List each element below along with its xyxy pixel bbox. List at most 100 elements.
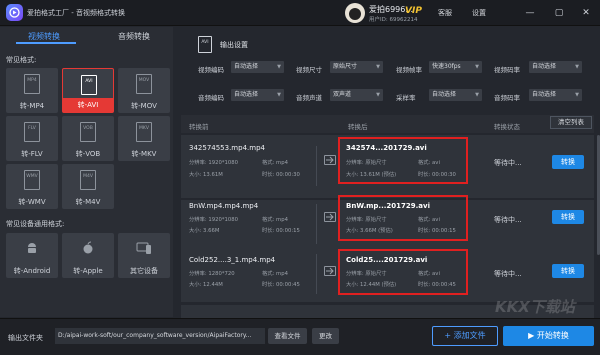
video-codec-select[interactable]: 自动选择 ▼ [231, 61, 284, 73]
audio-bitrate-label: 音频码率 [494, 94, 520, 102]
avi-file-icon: AVI [81, 75, 97, 95]
source-filename: 342574553.mp4.mp4 [189, 144, 265, 152]
arrow-right-icon [324, 212, 336, 222]
source-filename: BnW.mp4.mp4.mp4 [189, 202, 259, 210]
output-filename: BnW.mp...201729.avi [346, 202, 430, 210]
tab-audio-convert[interactable]: 音频转换 [118, 31, 150, 42]
device-other[interactable]: 其它设备 [118, 233, 170, 278]
format-mp4[interactable]: MP4 转-MP4 [6, 68, 58, 113]
restore-icon[interactable]: ▢ [553, 7, 565, 19]
audio-bitrate-select[interactable]: 自动选择 ▼ [529, 89, 582, 101]
vob-file-icon: VOB [80, 122, 96, 142]
source-size: 大小: 12.44M [189, 282, 223, 288]
vip-badge[interactable]: VIP [405, 6, 422, 16]
mov-file-icon: MOV [136, 74, 152, 94]
m4v-file-icon: M4V [80, 170, 96, 190]
clear-list-button[interactable]: 清空列表 [550, 116, 592, 129]
chevron-down-icon: ▼ [475, 64, 479, 70]
divider [316, 254, 317, 294]
format-wmv[interactable]: WMV 转-WMV [6, 164, 58, 209]
avi-output-icon: AVI [198, 36, 212, 53]
output-resolution: 分辨率: 原始尺寸 [346, 217, 387, 223]
header-after: 转换后 [348, 123, 368, 131]
status-text: 等待中... [494, 270, 522, 278]
avatar[interactable] [345, 3, 365, 23]
arrow-right-icon [324, 266, 336, 276]
source-duration: 时长: 00:00:15 [262, 228, 300, 234]
audio-codec-label: 音频编码 [198, 94, 224, 102]
format-m4v[interactable]: M4V 转-M4V [62, 164, 114, 209]
source-duration: 时长: 00:00:45 [262, 282, 300, 288]
output-duration: 时长: 00:00:15 [418, 228, 456, 234]
chevron-down-icon: ▼ [575, 92, 579, 98]
close-icon[interactable]: ✕ [580, 7, 592, 19]
format-mov[interactable]: MOV 转-MOV [118, 68, 170, 113]
output-resolution: 分辨率: 原始尺寸 [346, 271, 387, 277]
arrow-right-icon [324, 155, 336, 165]
device-android[interactable]: 转-Android [6, 233, 58, 278]
video-bitrate-select[interactable]: 自动选择 ▼ [529, 61, 582, 73]
output-folder-label: 输出文件夹 [8, 334, 43, 342]
sample-rate-select[interactable]: 自动选择 ▼ [429, 89, 482, 101]
video-codec-label: 视频编码 [198, 66, 224, 74]
minimize-icon[interactable]: — [524, 7, 536, 19]
output-settings-title: 输出设置 [220, 41, 248, 49]
output-filename: Cold25....201729.avi [346, 256, 428, 264]
list-header [181, 115, 594, 133]
app-title: 爱拍格式工厂 - 音视频格式转换 [27, 9, 125, 17]
source-resolution: 分辨率: 1920*1080 [189, 160, 238, 166]
chevron-down-icon: ▼ [277, 64, 281, 70]
app-logo-icon [6, 4, 23, 21]
convert-button[interactable]: 转换 [552, 210, 584, 224]
source-size: 大小: 3.66M [189, 228, 220, 234]
start-convert-button[interactable]: ▶ 开始转换 [503, 326, 594, 346]
output-resolution: 分辨率: 原始尺寸 [346, 160, 387, 166]
add-file-button[interactable]: + 添加文件 [432, 326, 498, 346]
change-folder-button[interactable]: 更改 [312, 328, 339, 344]
flv-file-icon: FLV [24, 122, 40, 142]
sample-rate-label: 采样率 [396, 94, 416, 102]
header-before: 转换前 [189, 123, 209, 131]
view-files-button[interactable]: 查看文件 [268, 328, 307, 344]
output-duration: 时长: 00:00:45 [418, 282, 456, 288]
video-bitrate-label: 视频码率 [494, 66, 520, 74]
apple-icon [81, 241, 95, 255]
source-resolution: 分辨率: 1280*720 [189, 271, 235, 277]
convert-button[interactable]: 转换 [552, 155, 584, 169]
common-formats-title: 常见格式: [6, 56, 37, 64]
device-icon [136, 241, 152, 255]
device-apple[interactable]: 转-Apple [62, 233, 114, 278]
video-size-select[interactable]: 原始尺寸 ▼ [330, 61, 383, 73]
output-format: 格式: avi [418, 160, 440, 166]
output-duration: 时长: 00:00:30 [418, 172, 456, 178]
convert-button[interactable]: 转换 [552, 264, 584, 278]
source-format: 格式: mp4 [262, 217, 288, 223]
devices-title: 常见设备通用格式: [6, 220, 65, 228]
header-status: 转换状态 [494, 123, 520, 131]
settings-button[interactable]: 设置 [472, 8, 486, 18]
output-size: 大小: 13.61M (预估) [346, 172, 397, 178]
format-flv[interactable]: FLV 转-FLV [6, 116, 58, 161]
tab-video-convert[interactable]: 视频转换 [28, 31, 60, 42]
watermark: KKX下载站 [495, 298, 575, 316]
status-text: 等待中... [494, 216, 522, 224]
audio-codec-select[interactable]: 自动选择 ▼ [231, 89, 284, 101]
video-fps-select[interactable]: 快速30fps ▼ [429, 61, 482, 73]
source-filename: Cold252....3_1.mp4.mp4 [189, 256, 276, 264]
user-id: 用户ID: 69962214 [369, 17, 418, 23]
format-mkv[interactable]: MKV 转-MKV [118, 116, 170, 161]
chevron-down-icon: ▼ [475, 92, 479, 98]
output-size: 大小: 12.44M (预估) [346, 282, 397, 288]
format-avi[interactable]: AVI 转-AVI [62, 68, 114, 113]
output-format: 格式: avi [418, 271, 440, 277]
chevron-down-icon: ▼ [277, 92, 281, 98]
audio-channel-select[interactable]: 双声道 ▼ [330, 89, 383, 101]
source-format: 格式: mp4 [262, 271, 288, 277]
format-vob[interactable]: VOB 转-VOB [62, 116, 114, 161]
service-button[interactable]: 客服 [438, 8, 452, 18]
video-fps-label: 视频帧率 [396, 66, 422, 74]
chevron-down-icon: ▼ [376, 92, 380, 98]
source-size: 大小: 13.61M [189, 172, 223, 178]
divider [316, 146, 317, 186]
output-folder-path[interactable]: D:/aipai-work-soft/our_company_software_… [55, 328, 265, 344]
